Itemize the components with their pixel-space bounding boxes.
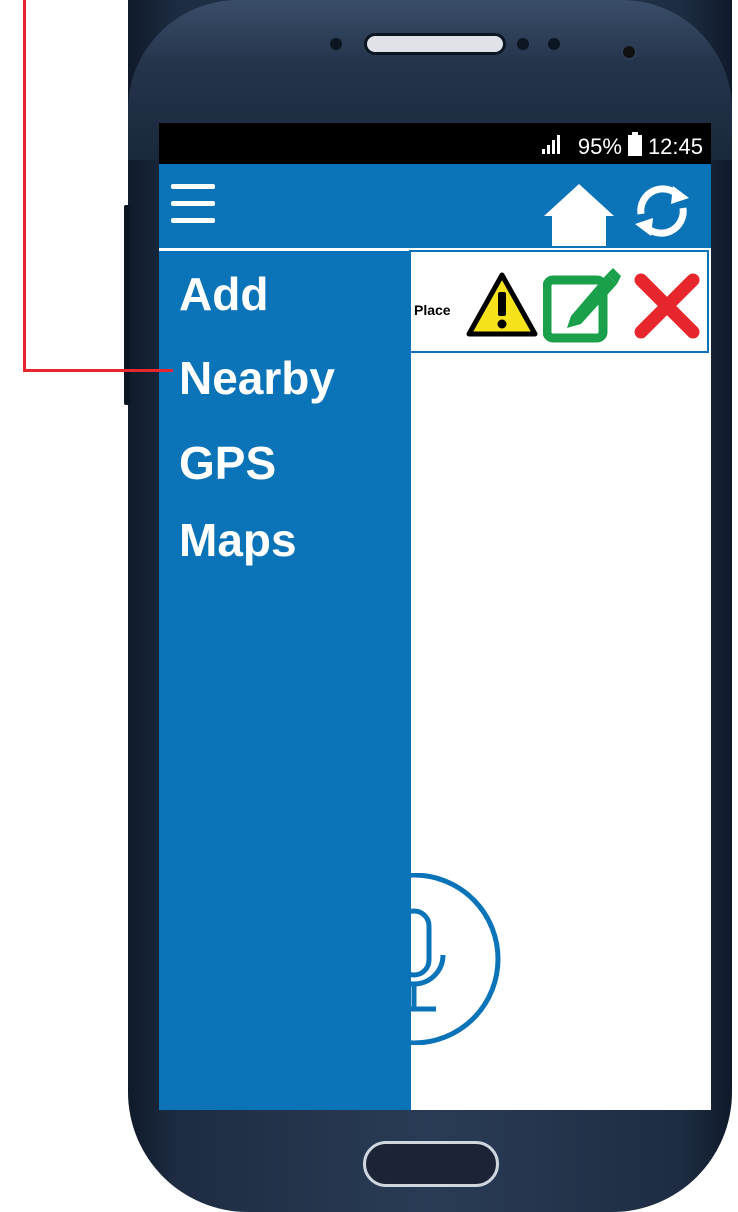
status-time: 12:45 (647, 134, 703, 159)
microphone-icon[interactable] (319, 872, 513, 1046)
drawer-item-gps[interactable]: GPS (179, 440, 276, 486)
battery-icon (627, 132, 642, 162)
delete-icon[interactable] (633, 272, 701, 340)
hamburger-menu-icon[interactable] (171, 184, 215, 228)
status-indicators: 95% 12:45 (541, 132, 703, 162)
app-bar (159, 164, 711, 251)
home-icon[interactable] (542, 182, 616, 248)
phone-camera (621, 44, 637, 60)
status-bar: 95% 12:45 (159, 123, 711, 164)
drawer-item-add[interactable]: Add (179, 271, 268, 317)
place-card[interactable]: Place (409, 250, 709, 353)
signal-icon (541, 134, 566, 160)
drawer-item-nearby[interactable]: Nearby (179, 355, 335, 401)
edit-icon[interactable] (542, 264, 621, 344)
callout-line-vertical (23, 0, 26, 372)
refresh-icon[interactable] (627, 176, 697, 246)
phone-speaker (364, 33, 506, 55)
phone-sensor-dot (330, 38, 342, 50)
phone-screen: 95% 12:45 Place Add Nearby GPS Maps (159, 123, 711, 1110)
battery-percent: 95% (577, 134, 622, 159)
drawer-item-maps[interactable]: Maps (179, 517, 297, 563)
warning-icon[interactable] (466, 272, 538, 338)
phone-sensor-dot (548, 38, 560, 50)
place-label: Place (414, 302, 451, 318)
phone-side-button (124, 205, 130, 405)
phone-sensor-dot (517, 38, 529, 50)
callout-line-horizontal (23, 369, 173, 372)
phone-home-button[interactable] (363, 1141, 499, 1187)
